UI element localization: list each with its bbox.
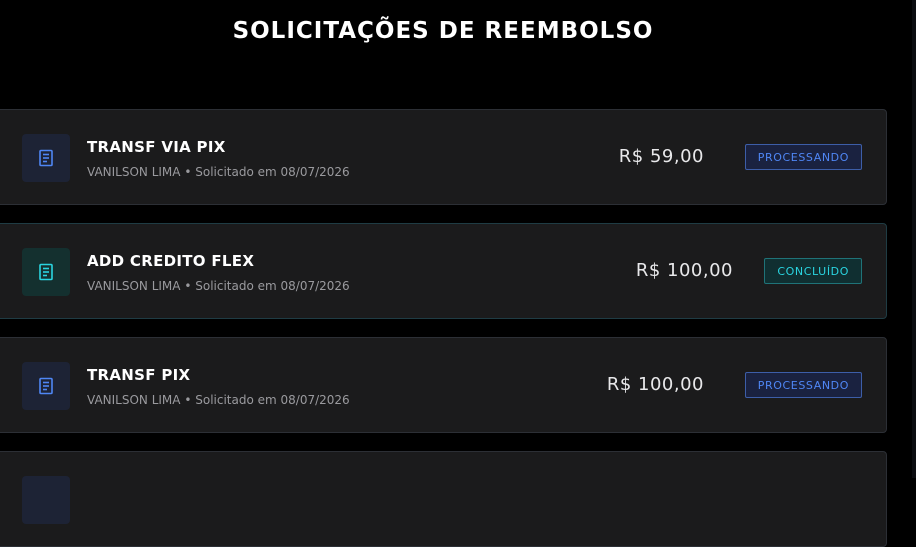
status-badge: PROCESSANDO xyxy=(744,372,862,398)
requester-name: VANILSON LIMA xyxy=(87,165,181,179)
status-badge: PROCESSANDO xyxy=(744,144,862,170)
request-title: ADD CREDITO FLEX xyxy=(87,252,255,270)
page-title: SOLICITAÇÕES DE REEMBOLSO xyxy=(232,18,654,44)
request-date: Solicitado em 08/07/2026 xyxy=(195,393,350,407)
meta-separator: • xyxy=(184,279,192,293)
request-date: Solicitado em 08/07/2026 xyxy=(195,279,350,293)
request-title: TRANSF VIA PIX xyxy=(87,138,226,156)
request-date: Solicitado em 08/07/2026 xyxy=(195,165,350,179)
request-title: TRANSF PIX xyxy=(87,366,191,384)
requester-name: VANILSON LIMA xyxy=(87,393,181,407)
request-amount: R$ 100,00 xyxy=(635,260,733,281)
meta-separator: • xyxy=(184,165,192,179)
request-meta: VANILSON LIMA • Solicitado em 08/07/2026 xyxy=(87,393,350,407)
meta-separator: • xyxy=(184,393,192,407)
receipt-icon xyxy=(22,134,70,182)
requester-name: VANILSON LIMA xyxy=(87,279,181,293)
request-meta: VANILSON LIMA • Solicitado em 08/07/2026 xyxy=(87,279,350,293)
receipt-icon xyxy=(22,248,70,296)
reimbursement-card[interactable]: TRANSF VIA PIX VANILSON LIMA • Solicitad… xyxy=(0,109,887,205)
scrollbar-track[interactable] xyxy=(912,0,916,478)
reimbursement-card[interactable] xyxy=(0,451,887,547)
receipt-icon xyxy=(22,476,70,524)
request-meta: VANILSON LIMA • Solicitado em 08/07/2026 xyxy=(87,165,350,179)
receipt-icon xyxy=(22,362,70,410)
reimbursement-card[interactable]: ADD CREDITO FLEX VANILSON LIMA • Solicit… xyxy=(0,223,887,319)
request-amount: R$ 59,00 xyxy=(618,146,704,167)
reimbursement-card[interactable]: TRANSF PIX VANILSON LIMA • Solicitado em… xyxy=(0,337,887,433)
status-badge: CONCLUÍDO xyxy=(764,258,862,284)
request-amount: R$ 100,00 xyxy=(606,374,704,395)
